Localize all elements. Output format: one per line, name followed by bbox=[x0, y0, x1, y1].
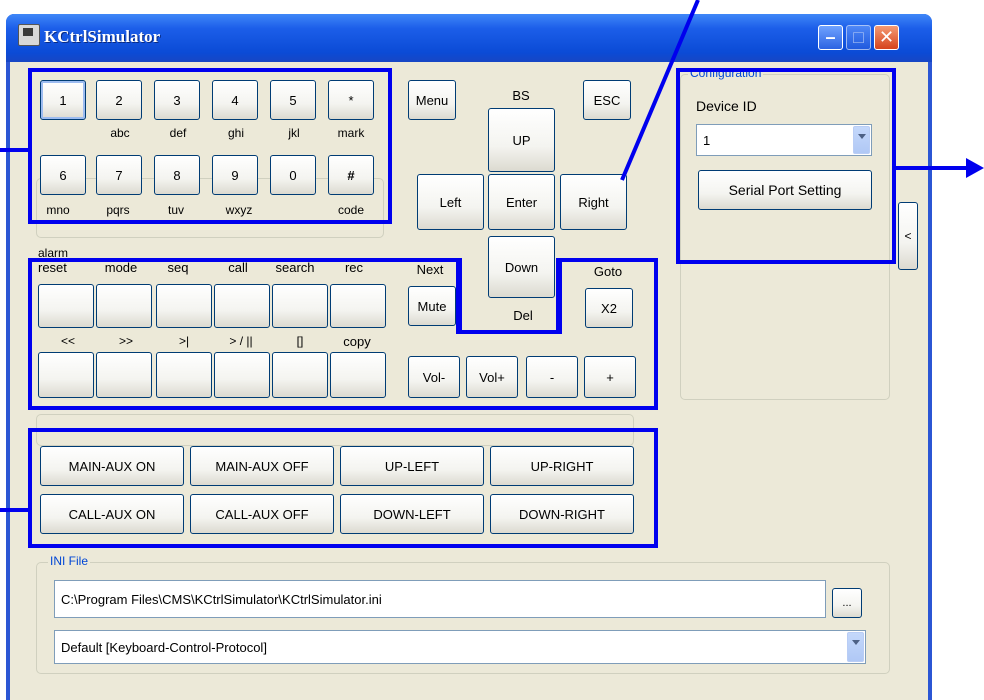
annotation-arrows bbox=[0, 0, 984, 512]
arrow-right-icon bbox=[966, 158, 984, 178]
